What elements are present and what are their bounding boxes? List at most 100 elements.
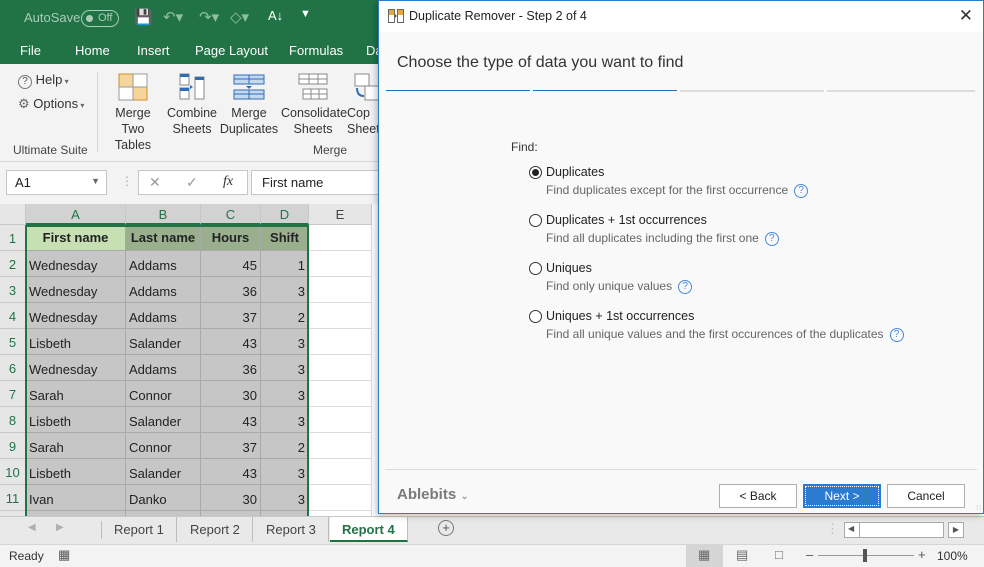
cell-empty[interactable]: [309, 355, 372, 381]
tab-home[interactable]: Home: [75, 43, 110, 58]
cell-empty[interactable]: [309, 433, 372, 459]
scroll-right-arrow-icon[interactable]: ▶: [948, 522, 964, 538]
page-layout-view-icon[interactable]: ▤: [736, 547, 748, 563]
table-cell[interactable]: 36: [201, 355, 261, 381]
tab-page-layout[interactable]: Page Layout: [195, 43, 268, 58]
enter-check-icon[interactable]: ✓: [186, 174, 198, 191]
zoom-out-button[interactable]: –: [806, 547, 813, 562]
table-cell[interactable]: Lisbeth: [26, 459, 126, 485]
row-header-7[interactable]: 7: [0, 381, 26, 407]
table-cell[interactable]: Ivan: [26, 485, 126, 511]
worksheet-grid[interactable]: A B C D E 1 First name Last name Hours Shift 2 Wedn…: [0, 204, 378, 516]
radio-duplicates[interactable]: [529, 166, 542, 179]
table-cell[interactable]: Connor: [126, 433, 201, 459]
splitter-handle[interactable]: ⋮: [826, 521, 839, 537]
sort-az-icon[interactable]: A↓: [268, 8, 283, 23]
table-cell[interactable]: Salander: [126, 459, 201, 485]
drag-handle[interactable]: ⋮: [121, 174, 133, 188]
scroll-right-icon[interactable]: ▶: [56, 522, 64, 533]
table-cell[interactable]: 30: [201, 485, 261, 511]
row-header-2[interactable]: 2: [0, 251, 26, 277]
cancel-x-icon[interactable]: ✕: [149, 174, 161, 191]
close-icon[interactable]: ✕: [959, 6, 973, 26]
help-icon[interactable]: ?: [889, 327, 904, 342]
table-cell[interactable]: 3: [261, 355, 309, 381]
help-icon[interactable]: ?: [764, 231, 779, 246]
row-header-4[interactable]: 4: [0, 303, 26, 329]
row-header-9[interactable]: 9: [0, 433, 26, 459]
consolidate-sheets-button[interactable]: Consolidate Sheets: [281, 72, 347, 137]
table-cell[interactable]: Salander: [126, 407, 201, 433]
redo-icon[interactable]: ↷▾: [199, 8, 219, 26]
shape-icon[interactable]: ◇▾: [230, 8, 249, 26]
table-cell[interactable]: 3: [261, 277, 309, 303]
cell-empty[interactable]: [309, 303, 372, 329]
header-cell[interactable]: Shift: [261, 225, 309, 251]
merge-duplicates-button[interactable]: Merge Duplicates: [218, 72, 280, 137]
column-header-d[interactable]: D: [261, 204, 309, 225]
table-cell[interactable]: Wednesday: [26, 303, 126, 329]
table-cell[interactable]: 37: [201, 303, 261, 329]
back-button[interactable]: < Back: [719, 484, 797, 508]
table-cell[interactable]: 3: [261, 329, 309, 355]
table-cell[interactable]: Connor: [126, 381, 201, 407]
header-cell[interactable]: Last name: [126, 225, 201, 251]
row-header-6[interactable]: 6: [0, 355, 26, 381]
table-cell[interactable]: Lisbeth: [26, 329, 126, 355]
customize-icon[interactable]: ▼: [300, 8, 311, 20]
macro-recording-icon[interactable]: ▦: [58, 547, 70, 563]
table-cell[interactable]: 43: [201, 407, 261, 433]
radio-uniques-1st[interactable]: [529, 310, 542, 323]
table-cell[interactable]: 3: [261, 407, 309, 433]
sheet-tab-report-2[interactable]: Report 2: [178, 517, 253, 542]
table-cell[interactable]: Addams: [126, 251, 201, 277]
table-cell[interactable]: 37: [201, 433, 261, 459]
table-cell[interactable]: 2: [261, 303, 309, 329]
cancel-button[interactable]: Cancel: [887, 484, 965, 508]
row-header-8[interactable]: 8: [0, 407, 26, 433]
table-cell[interactable]: 1: [261, 251, 309, 277]
table-cell[interactable]: 2: [261, 433, 309, 459]
cell-empty[interactable]: [309, 407, 372, 433]
column-header-b[interactable]: B: [126, 204, 201, 225]
table-cell[interactable]: Addams: [126, 303, 201, 329]
row-header-10[interactable]: 10: [0, 459, 26, 485]
column-header-a[interactable]: A: [26, 204, 126, 225]
page-break-view-icon[interactable]: □: [775, 547, 783, 562]
table-cell[interactable]: Addams: [126, 277, 201, 303]
table-cell[interactable]: 43: [201, 329, 261, 355]
table-cell[interactable]: 36: [201, 277, 261, 303]
table-cell[interactable]: 3: [261, 381, 309, 407]
table-cell[interactable]: 3: [261, 459, 309, 485]
table-cell[interactable]: 30: [201, 381, 261, 407]
cell-empty[interactable]: [309, 381, 372, 407]
row-header-1[interactable]: 1: [0, 225, 26, 251]
column-header-e[interactable]: E: [309, 204, 372, 225]
row-header-5[interactable]: 5: [0, 329, 26, 355]
sheet-tab-report-1[interactable]: Report 1: [102, 517, 177, 542]
resize-grip-icon[interactable]: ∷: [977, 504, 981, 512]
cell-empty[interactable]: [309, 329, 372, 355]
cell-empty[interactable]: [309, 485, 372, 511]
add-sheet-icon[interactable]: +: [438, 520, 454, 536]
combine-sheets-button[interactable]: Combine Sheets: [161, 72, 223, 137]
scroll-left-icon[interactable]: ◀: [28, 522, 36, 533]
table-cell[interactable]: Sarah: [26, 433, 126, 459]
table-cell[interactable]: 45: [201, 251, 261, 277]
help-icon[interactable]: ?: [678, 279, 693, 294]
save-icon[interactable]: 💾: [134, 8, 153, 26]
sheet-tab-report-4[interactable]: Report 4: [330, 517, 408, 542]
column-header-c[interactable]: C: [201, 204, 261, 225]
cell-empty[interactable]: [309, 277, 372, 303]
radio-duplicates-1st[interactable]: [529, 214, 542, 227]
zoom-in-button[interactable]: +: [918, 547, 926, 562]
header-cell[interactable]: First name: [26, 225, 126, 251]
insert-function-icon[interactable]: fx: [223, 174, 233, 190]
cell-empty[interactable]: [309, 459, 372, 485]
table-cell[interactable]: Wednesday: [26, 251, 126, 277]
autosave-toggle[interactable]: Off: [81, 10, 119, 27]
formula-input[interactable]: First name: [251, 170, 391, 195]
table-cell[interactable]: Addams: [126, 355, 201, 381]
cell-empty[interactable]: [309, 251, 372, 277]
merge-two-tables-button[interactable]: Merge Two Tables: [102, 72, 164, 153]
